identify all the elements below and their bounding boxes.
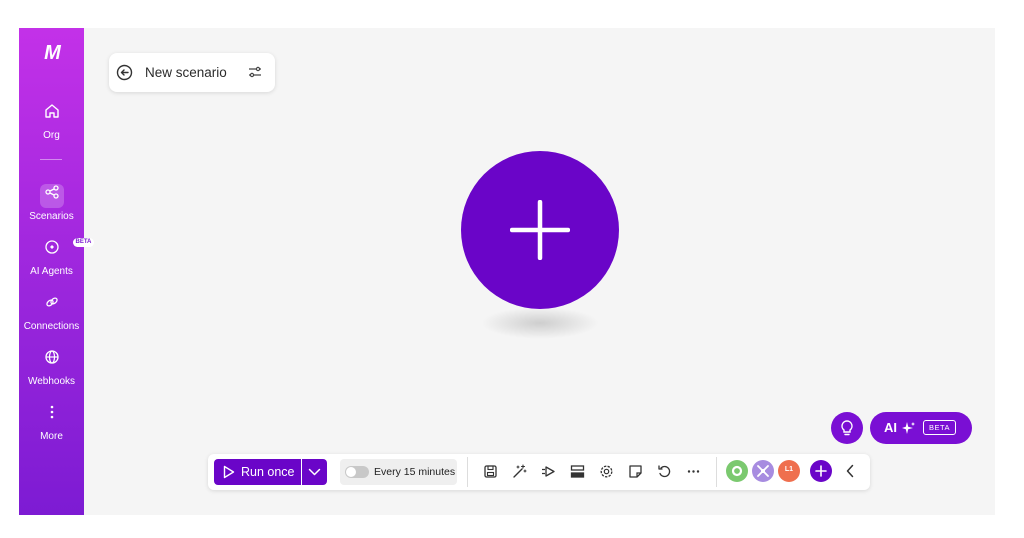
tools-app-icon (757, 465, 769, 477)
app-window: M Org Scenarios BETA AI Agents Connectio… (19, 28, 995, 515)
sidebar-item-label: Connections (23, 321, 80, 332)
routing-icon (570, 465, 584, 478)
make-logo[interactable]: M (19, 42, 84, 65)
ai-assistant-button[interactable]: AI BETA (870, 412, 972, 444)
routing-button[interactable] (567, 462, 587, 482)
sidebar-divider (40, 159, 62, 160)
undo-icon (657, 465, 670, 478)
chevron-left-icon (846, 464, 854, 478)
sidebar-item-label: Scenarios (29, 211, 74, 222)
ai-agent-icon: BETA (40, 238, 95, 263)
scenario-header: New scenario (109, 53, 275, 92)
run-once-label: Run once (241, 465, 295, 479)
scenario-title[interactable]: New scenario (145, 65, 227, 80)
auto-align-button[interactable] (509, 462, 529, 482)
sliders-icon[interactable] (247, 65, 263, 84)
app-icon-orange[interactable]: L1 (778, 460, 800, 482)
scenario-settings-button[interactable] (596, 462, 616, 482)
toggle-knob (346, 467, 356, 477)
sidebar-item-label: More (40, 431, 63, 442)
plus-icon (510, 200, 570, 260)
sidebar-item-label: Webhooks (27, 376, 76, 387)
notes-button[interactable] (625, 462, 645, 482)
home-icon (40, 103, 64, 127)
schedule-control: Every 15 minutes (340, 459, 457, 485)
app-icon-green[interactable] (726, 460, 748, 482)
sidebar-item-webhooks[interactable]: Webhooks (19, 346, 84, 387)
circle-app-icon (731, 465, 743, 477)
sidebar-item-connections[interactable]: Connections (19, 291, 84, 332)
collapse-toolbar-button[interactable] (845, 463, 855, 484)
toolbar-divider (716, 457, 717, 487)
app-icon-purple[interactable] (752, 460, 774, 482)
sidebar-item-more[interactable]: More (19, 401, 84, 442)
beta-badge: BETA (72, 238, 95, 247)
settings-icon (600, 465, 612, 478)
toolbar-divider (467, 457, 468, 487)
sparkle-icon (902, 421, 916, 440)
play-icon (223, 465, 235, 479)
plus-icon (815, 465, 827, 477)
save-icon (483, 465, 497, 478)
sidebar: M Org Scenarios BETA AI Agents Connectio… (19, 28, 95, 515)
schedule-toggle[interactable] (345, 466, 369, 478)
run-options-dropdown[interactable] (302, 459, 327, 485)
undo-button[interactable] (654, 462, 674, 482)
more-options-button[interactable] (683, 462, 703, 482)
sidebar-item-label: Org (43, 130, 60, 141)
add-module-button[interactable] (461, 151, 619, 309)
flow-icon (541, 466, 555, 477)
sidebar-item-ai-agents[interactable]: BETA AI Agents (19, 236, 95, 277)
explain-flow-button[interactable] (538, 462, 558, 482)
bottom-toolbar: Run once Every 15 minutes L1 (208, 454, 870, 490)
sidebar-item-label: AI Agents (30, 266, 73, 277)
app-badge-text: L1 (784, 466, 794, 473)
notes-icon (628, 465, 642, 478)
add-module-shadow (481, 307, 599, 339)
save-button[interactable] (480, 462, 500, 482)
run-once-button[interactable]: Run once (214, 459, 301, 485)
share-nodes-icon (39, 184, 64, 208)
sidebar-item-scenarios[interactable]: Scenarios (19, 181, 84, 222)
back-arrow-icon[interactable] (116, 64, 133, 86)
ai-label: AI (884, 420, 897, 435)
add-app-button[interactable] (810, 460, 832, 482)
chevron-down-icon (308, 468, 321, 476)
schedule-label[interactable]: Every 15 minutes (374, 466, 455, 478)
magic-wand-icon (512, 464, 527, 478)
link-icon (40, 294, 64, 318)
lightbulb-icon (841, 420, 853, 436)
tips-button[interactable] (831, 412, 863, 444)
globe-icon (40, 349, 64, 373)
sidebar-item-org[interactable]: Org (19, 100, 84, 141)
more-vertical-icon (40, 404, 64, 428)
beta-badge: BETA (923, 420, 957, 435)
more-horizontal-icon (687, 470, 699, 473)
